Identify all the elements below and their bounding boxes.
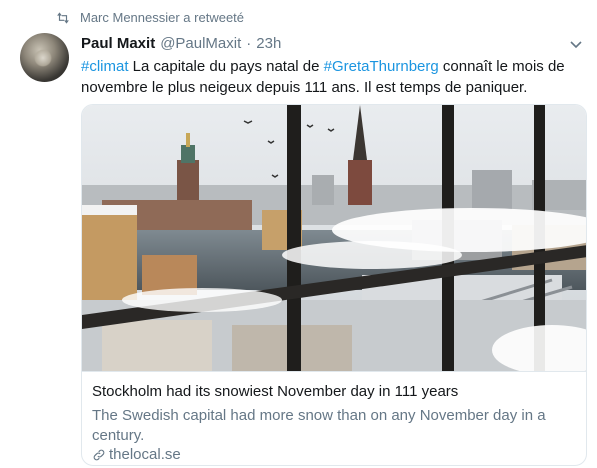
hashtag-greta[interactable]: #GretaThurnberg bbox=[324, 58, 439, 75]
retweet-context[interactable]: Marc Mennessier a retweeté bbox=[56, 10, 244, 25]
card-description: The Swedish capital had more snow than o… bbox=[92, 407, 546, 444]
retweet-context-text: Marc Mennessier a retweeté bbox=[80, 10, 245, 25]
card-domain-text: thelocal.se bbox=[109, 446, 181, 463]
avatar[interactable] bbox=[20, 33, 69, 82]
hashtag-climat[interactable]: #climat bbox=[81, 58, 129, 75]
tweet-text-part-1: La capitale du pays natal de bbox=[128, 58, 324, 75]
retweet-icon bbox=[57, 11, 69, 24]
tweet-header: Paul Maxit @PaulMaxit · 23h bbox=[81, 35, 281, 52]
card-image bbox=[82, 105, 586, 371]
link-icon bbox=[93, 449, 105, 460]
card-body: Stockholm had its snowiest November day … bbox=[82, 371, 586, 465]
display-name[interactable]: Paul Maxit bbox=[81, 35, 155, 52]
card-title: Stockholm had its snowiest November day … bbox=[92, 383, 459, 400]
chevron-down-icon[interactable] bbox=[569, 38, 583, 52]
tweet-text: #climat La capitale du pays natal de #Gr… bbox=[81, 56, 581, 98]
timestamp[interactable]: 23h bbox=[256, 35, 281, 52]
link-card[interactable]: Stockholm had its snowiest November day … bbox=[81, 104, 587, 466]
separator-dot: · bbox=[246, 35, 252, 52]
card-domain: thelocal.se bbox=[92, 446, 181, 463]
screen-name[interactable]: @PaulMaxit bbox=[160, 35, 241, 52]
